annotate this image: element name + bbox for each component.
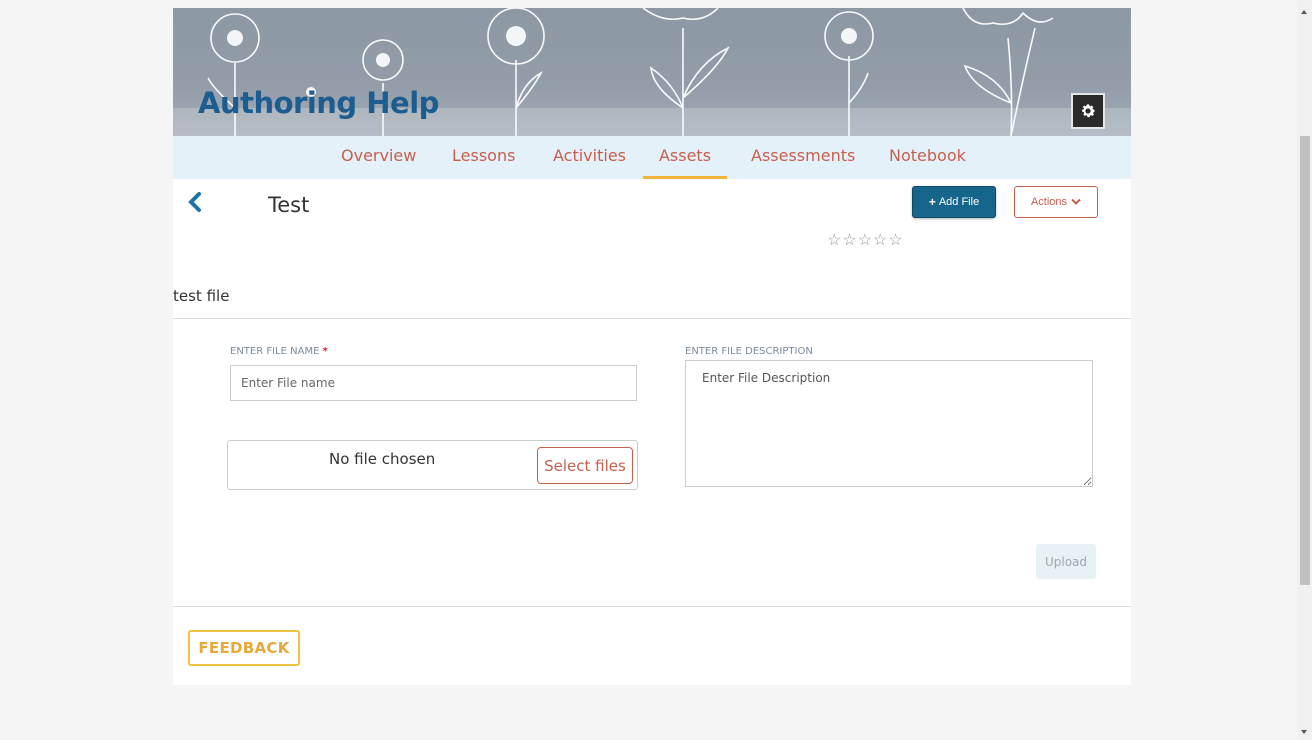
file-description-label: ENTER FILE DESCRIPTION <box>685 346 813 357</box>
select-files-button[interactable]: Select files <box>537 447 633 484</box>
scrollbar-thumb[interactable] <box>1300 136 1310 585</box>
chevron-left-icon <box>188 192 201 212</box>
chevron-down-icon <box>1071 198 1081 205</box>
upload-button[interactable]: Upload <box>1036 544 1096 579</box>
header-banner: Authoring Help <box>173 8 1131 136</box>
back-button[interactable] <box>187 191 203 218</box>
gear-icon <box>1082 104 1096 118</box>
app-title: Authoring Help <box>198 86 439 120</box>
file-description-textarea[interactable] <box>685 360 1093 487</box>
actions-dropdown-button[interactable]: Actions <box>1014 186 1098 218</box>
asset-file-label: test file <box>173 287 230 305</box>
required-marker: * <box>322 346 328 357</box>
add-file-label: Add File <box>938 196 980 208</box>
add-file-button[interactable]: + Add File <box>912 186 996 218</box>
scroll-up-arrow-icon[interactable] <box>1301 10 1307 14</box>
tab-bar: Overview Lessons Activities Assets Asses… <box>173 136 1131 179</box>
tab-lessons[interactable]: Lessons <box>452 146 515 176</box>
plus-icon: + <box>928 195 936 209</box>
asset-title: Test <box>268 193 310 217</box>
feedback-button[interactable]: FEEDBACK <box>188 630 300 666</box>
tab-overview[interactable]: Overview <box>341 146 416 176</box>
file-picker: No file chosen Select files <box>227 440 638 490</box>
settings-button[interactable] <box>1071 93 1105 129</box>
file-name-input[interactable] <box>230 365 637 401</box>
divider <box>173 318 1131 319</box>
file-name-label-text: ENTER FILE NAME <box>230 346 320 357</box>
tab-assets[interactable]: Assets <box>643 146 727 179</box>
main-page: Authoring Help Overview Lessons Activiti… <box>173 8 1131 685</box>
actions-label: Actions <box>1030 196 1068 208</box>
tab-activities[interactable]: Activities <box>553 146 626 176</box>
file-name-label: ENTER FILE NAME * <box>230 346 328 357</box>
star-rating[interactable]: ☆☆☆☆☆ <box>827 230 904 250</box>
scroll-down-arrow-icon[interactable] <box>1301 730 1307 734</box>
tab-assessments[interactable]: Assessments <box>751 146 855 176</box>
no-file-chosen-text: No file chosen <box>329 450 436 468</box>
tab-notebook[interactable]: Notebook <box>889 146 966 176</box>
divider <box>173 606 1131 607</box>
